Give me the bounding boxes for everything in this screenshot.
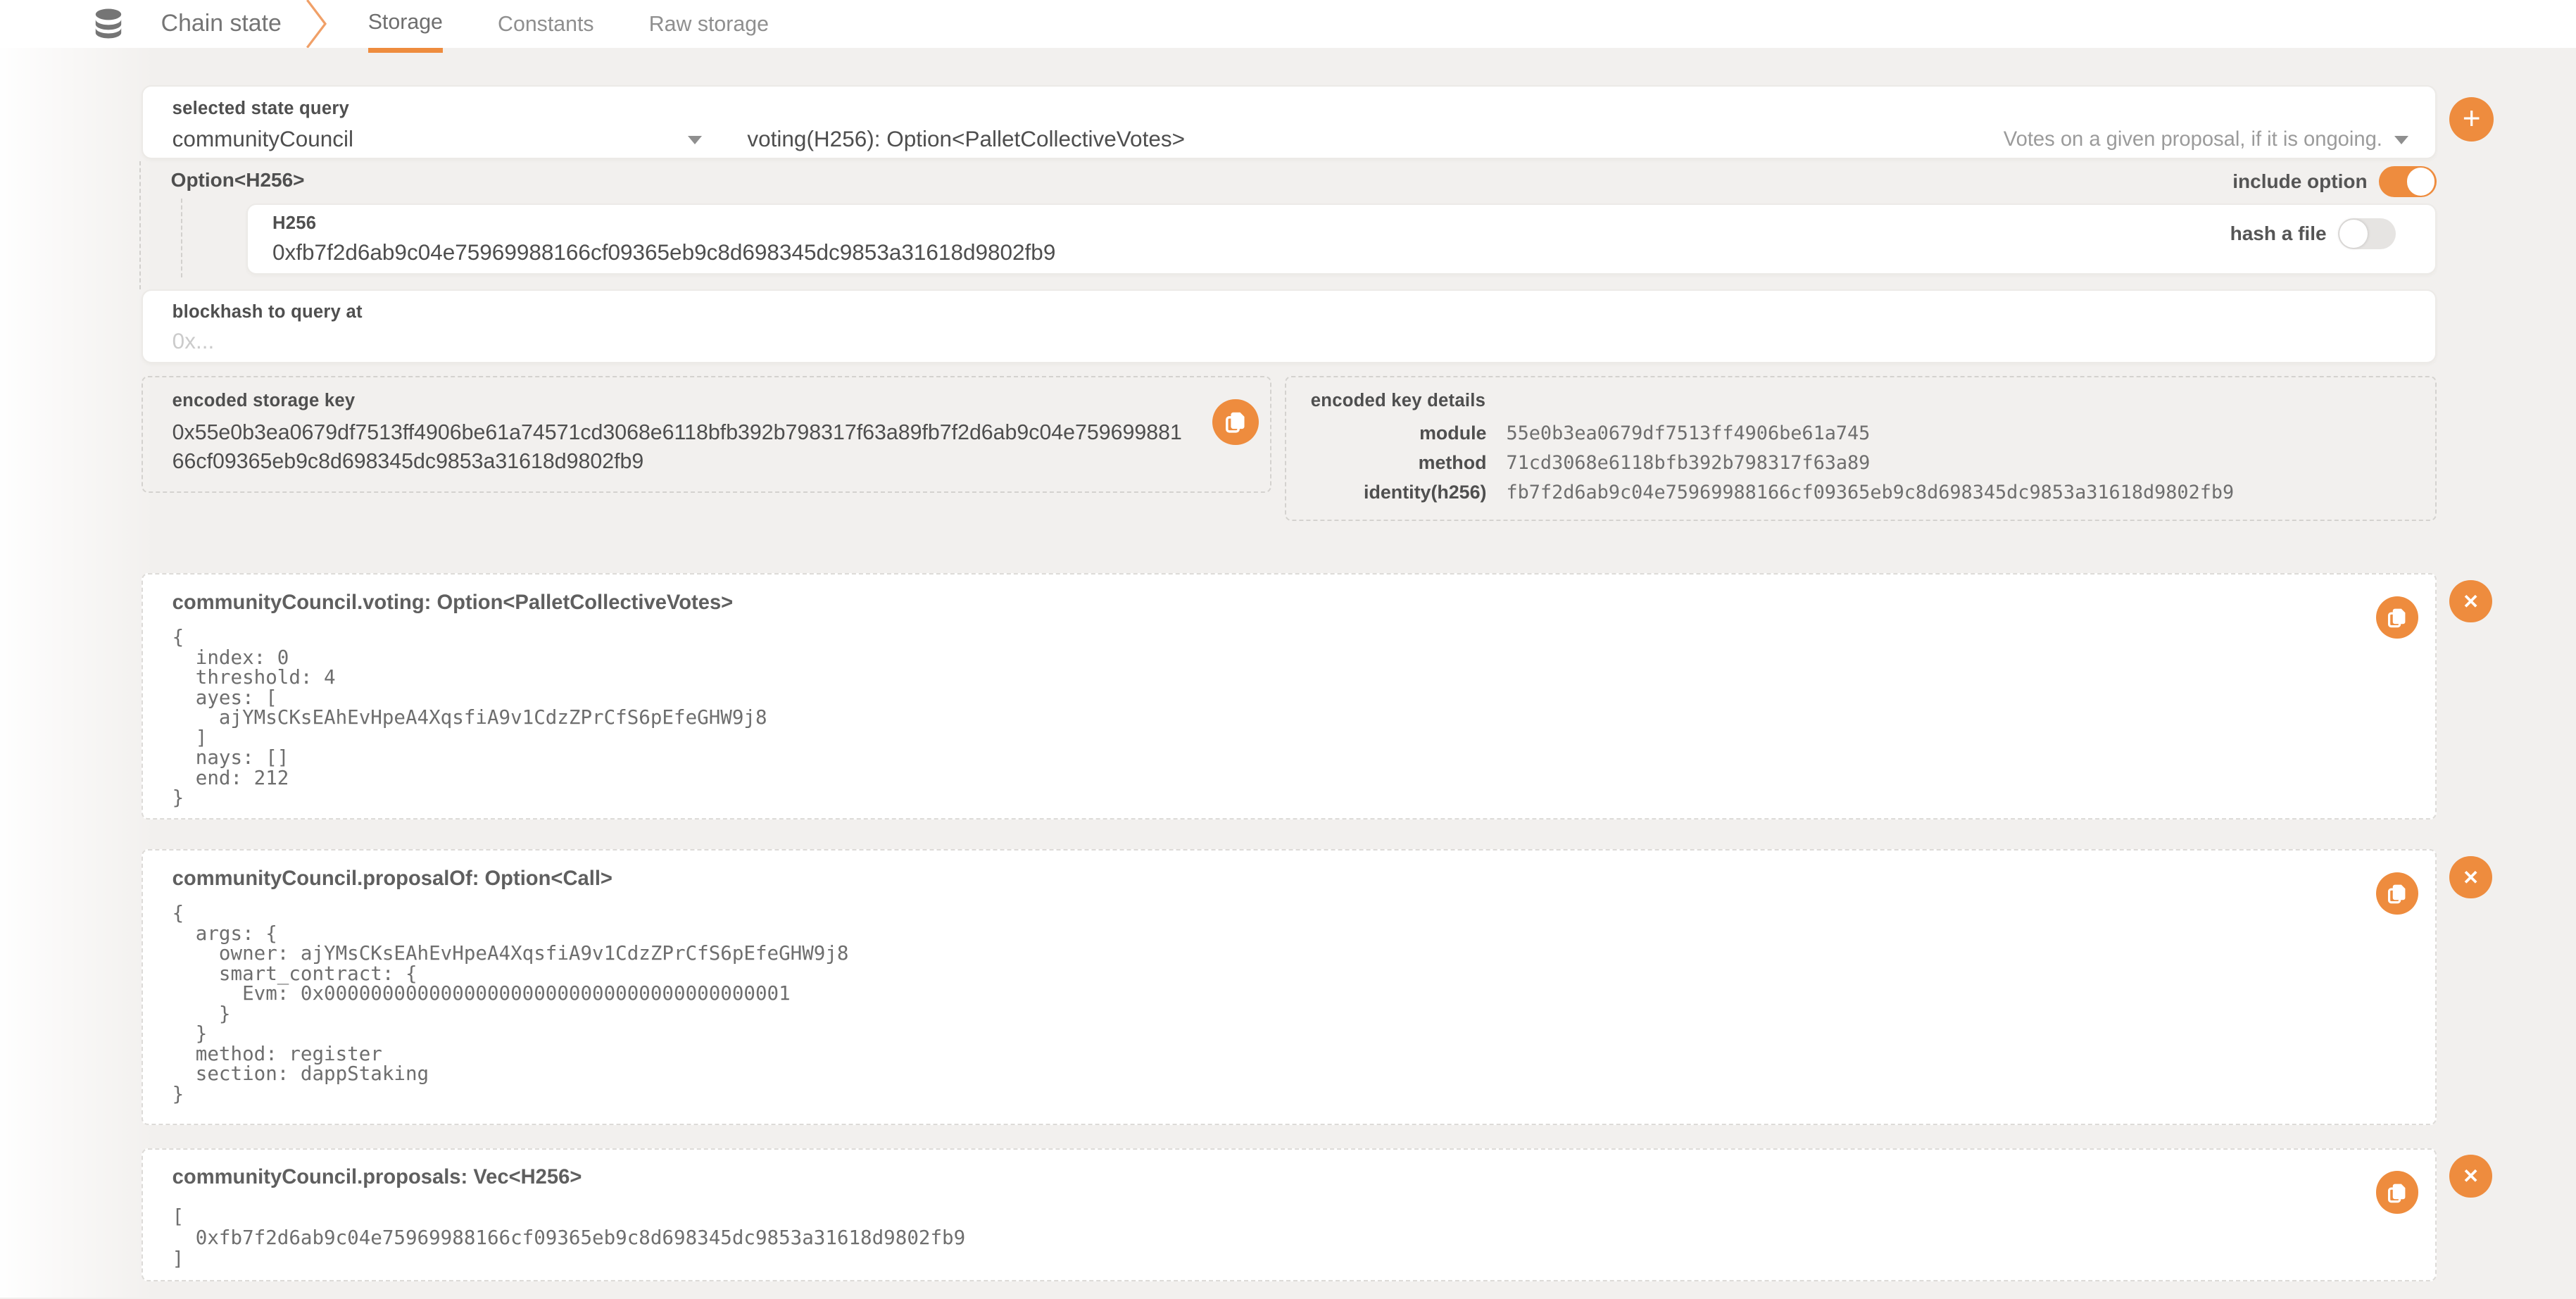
- toggle-knob: [2407, 168, 2435, 196]
- result-title: communityCouncil.proposals: Vec<H256>: [172, 1166, 2406, 1189]
- left-edge-gradient: [0, 48, 156, 1298]
- blockhash-label: blockhash to query at: [172, 302, 363, 322]
- encoded-storage-key-box: encoded storage key 0x55e0b3ea0679df7513…: [142, 376, 1271, 493]
- chain-state-page: Chain state Storage Constants Raw storag…: [0, 0, 2576, 1299]
- caret-down-icon[interactable]: [688, 136, 702, 144]
- encoded-key-details-label: encoded key details: [1311, 391, 1485, 411]
- pallet-select[interactable]: communityCouncil: [172, 126, 715, 152]
- h256-param-row: H256 hash a file: [246, 203, 2437, 274]
- remove-query-button[interactable]: ✕: [2449, 856, 2492, 899]
- result-title: communityCouncil.proposalOf: Option<Call…: [172, 867, 2406, 891]
- encoded-storage-key-value: 0x55e0b3ea0679df7513ff4906be61a74571cd30…: [172, 419, 1183, 477]
- encoded-storage-key-label: encoded storage key: [172, 391, 356, 411]
- detail-value: fb7f2d6ab9c04e75969988166cf09365eb9c8d69…: [1506, 482, 2234, 503]
- result-json: { args: { owner: ajYMsCKsEAhEvHpeA4Xqsfi…: [172, 903, 2406, 1104]
- selected-state-query-label: selected state query: [172, 99, 349, 119]
- remove-query-button[interactable]: ✕: [2449, 580, 2492, 623]
- method-help-text[interactable]: Votes on a given proposal, if it is ongo…: [2004, 128, 2382, 151]
- detail-value: 55e0b3ea0679df7513ff4906be61a745: [1506, 422, 1870, 444]
- include-option-label: include option: [2232, 170, 2367, 193]
- toggle-knob: [2339, 220, 2368, 248]
- hash-a-file-toggle[interactable]: [2338, 218, 2396, 249]
- database-icon: [94, 8, 123, 39]
- copy-button[interactable]: [2376, 596, 2419, 639]
- detail-label: method: [1286, 452, 1487, 474]
- detail-label: module: [1286, 422, 1487, 444]
- page-title: Chain state: [161, 0, 282, 48]
- include-option-toggle[interactable]: [2379, 166, 2437, 197]
- query-result-card: communityCouncil.voting: Option<PalletCo…: [142, 573, 2437, 820]
- blockhash-input[interactable]: [172, 328, 2374, 354]
- tab-constants[interactable]: Constants: [498, 0, 594, 48]
- query-result-card: communityCouncil.proposals: Vec<H256> [ …: [142, 1148, 2437, 1281]
- top-bar: Chain state Storage Constants Raw storag…: [0, 0, 2576, 48]
- param-tree-guide: [181, 199, 182, 277]
- result-json: [ 0xfb7f2d6ab9c04e75969988166cf09365eb9c…: [172, 1206, 2406, 1270]
- result-title: communityCouncil.voting: Option<PalletCo…: [172, 591, 2406, 615]
- add-query-button[interactable]: +: [2449, 97, 2494, 142]
- result-json: { index: 0 threshold: 4 ayes: [ ajYMsCKs…: [172, 627, 2406, 808]
- detail-label: identity(h256): [1286, 482, 1487, 503]
- option-type-label: Option<H256>: [171, 169, 305, 192]
- tab-storage[interactable]: Storage: [368, 0, 443, 53]
- breadcrumb-chevron-icon: [306, 0, 327, 48]
- remove-query-button[interactable]: ✕: [2449, 1155, 2492, 1198]
- copy-button[interactable]: [2376, 872, 2419, 915]
- hash-a-file-label: hash a file: [2230, 222, 2327, 245]
- copy-icon: [2387, 607, 2407, 628]
- encoded-detail-row: module 55e0b3ea0679df7513ff4906be61a745: [1286, 419, 2435, 448]
- h256-value-input[interactable]: [272, 239, 2047, 265]
- detail-value: 71cd3068e6118bfb392b798317f63a89: [1506, 452, 1870, 474]
- copy-button[interactable]: [2376, 1171, 2419, 1214]
- copy-icon: [2387, 1182, 2407, 1203]
- tab-raw-storage[interactable]: Raw storage: [649, 0, 769, 48]
- encoded-key-details-box: encoded key details module 55e0b3ea0679d…: [1285, 376, 2437, 520]
- encoded-detail-row: identity(h256) fb7f2d6ab9c04e75969988166…: [1286, 478, 2435, 508]
- query-result-card: communityCouncil.proposalOf: Option<Call…: [142, 849, 2437, 1125]
- h256-type-label: H256: [272, 213, 316, 234]
- selected-state-query-row: selected state query communityCouncil vo…: [142, 85, 2437, 159]
- copy-icon: [1225, 410, 1246, 434]
- encoded-detail-row: method 71cd3068e6118bfb392b798317f63a89: [1286, 448, 2435, 478]
- blockhash-row: blockhash to query at: [142, 289, 2437, 363]
- method-select[interactable]: voting(H256): Option<PalletCollectiveVot…: [747, 126, 1185, 152]
- copy-button[interactable]: [1212, 399, 1258, 445]
- caret-down-icon[interactable]: [2394, 136, 2408, 144]
- copy-icon: [2387, 883, 2407, 904]
- param-tree-guide: [139, 161, 141, 289]
